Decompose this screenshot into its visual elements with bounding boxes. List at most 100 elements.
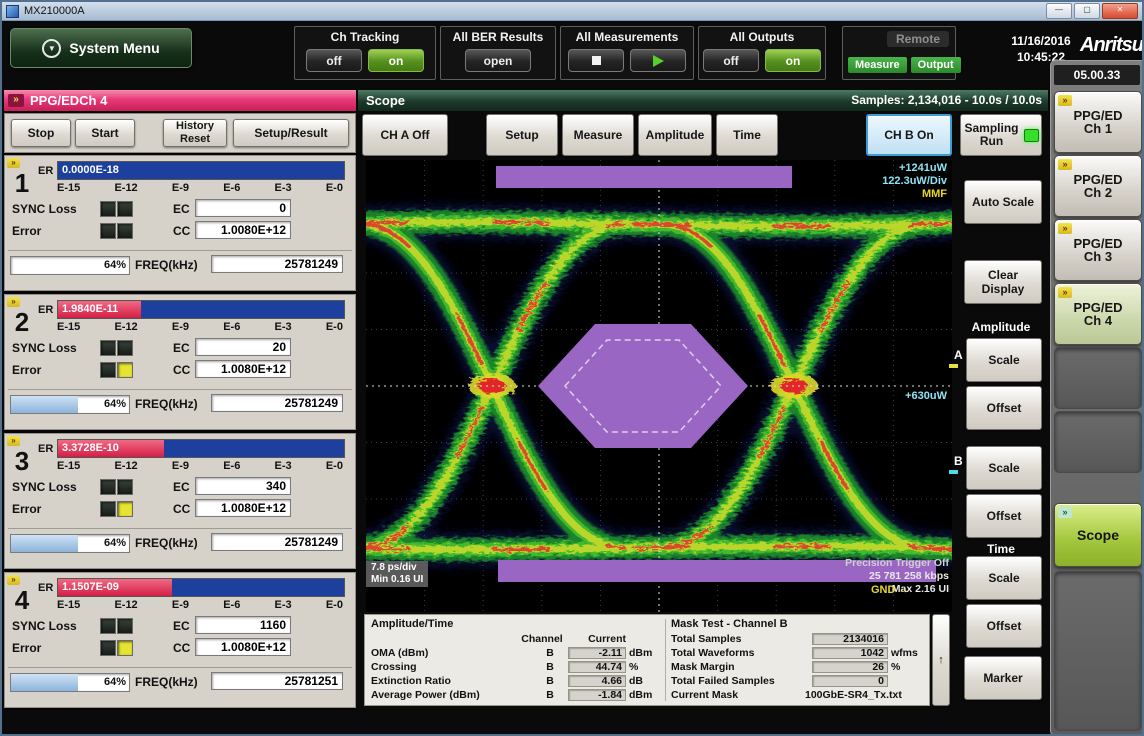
channel-badge-icon: » [7, 158, 20, 168]
ppg-panel-title: PPG/EDCh 4 [30, 93, 107, 108]
amplitude-b-scale-button[interactable]: Scale [966, 446, 1042, 490]
channel-key-icon: » [1058, 95, 1072, 106]
auto-scale-button[interactable]: Auto Scale [964, 180, 1042, 224]
sidebar-key-ppg-ed-ch1[interactable]: » PPG/ED Ch 1 [1054, 91, 1142, 153]
channel-key-icon: » [1058, 223, 1072, 234]
channel-number: 3 [9, 446, 35, 477]
minimize-button[interactable]: — [1046, 3, 1072, 19]
ch-tracking-group: Ch Tracking off on [294, 26, 436, 80]
error-indicator [117, 362, 133, 378]
amplitude-a-offset-button[interactable]: Offset [966, 386, 1042, 430]
table-row: OMA (dBm) B -2.11 dBm [371, 646, 661, 659]
progress-fill [11, 396, 78, 413]
maximize-button[interactable]: ▢ [1074, 3, 1100, 19]
time-scale-button[interactable]: Scale [966, 556, 1042, 600]
scope-time-button[interactable]: Time [716, 114, 778, 156]
divider [8, 667, 352, 668]
samples-status: Samples: 2,134,016 - 10.0s / 10.0s [851, 90, 1042, 111]
ch-tracking-on-button[interactable]: on [368, 49, 424, 72]
sidebar-key-ppg-ed-ch3[interactable]: » PPG/ED Ch 3 [1054, 219, 1142, 281]
ber-open-button[interactable]: open [465, 49, 531, 72]
sync-loss-history-indicator [100, 479, 116, 495]
start-button[interactable]: Start [75, 119, 135, 147]
channel-2-result-block: » 2 ER 1.9840E-11 E-15E-12E-9E-6E-3E-0 S… [4, 294, 356, 430]
scope-amplitude-button[interactable]: Amplitude [638, 114, 712, 156]
table-title: Amplitude/Time [371, 618, 661, 631]
sidebar-key-ppg-ed-ch2[interactable]: » PPG/ED Ch 2 [1054, 155, 1142, 217]
table-row: Average Power (dBm) B -1.84 dBm [371, 688, 661, 701]
table-title: Mask Test - Channel B [671, 618, 923, 631]
cc-label: CC [173, 224, 190, 238]
system-menu-label: System Menu [69, 40, 159, 56]
marker-button[interactable]: Marker [964, 656, 1042, 700]
er-bar: 0.0000E-18 [57, 161, 345, 180]
sampling-run-button[interactable]: Sampling Run [960, 114, 1042, 156]
sync-loss-label: SYNC Loss [12, 619, 77, 633]
measurement-progress-bar: 64% [10, 395, 130, 414]
system-menu-button[interactable]: ▼ System Menu [10, 28, 192, 68]
amplitude-group-label: Amplitude [956, 320, 1046, 334]
er-label: ER [38, 582, 53, 594]
channel-1-result-block: » 1 ER 0.0000E-18 E-15E-12E-9E-6E-3E-0 S… [4, 155, 356, 291]
progress-fill [11, 535, 78, 552]
er-value: 0.0000E-18 [62, 164, 119, 176]
ch-a-off-button[interactable]: CH A Off [362, 114, 448, 156]
start-all-button[interactable] [630, 49, 686, 72]
remote-label: Remote [887, 31, 949, 47]
error-label: Error [12, 641, 41, 655]
channel-number: 4 [9, 585, 35, 616]
channel-badge-icon: » [7, 575, 20, 585]
scope-measure-button[interactable]: Measure [562, 114, 634, 156]
all-outputs-group: All Outputs off on [698, 26, 826, 80]
ch-tracking-off-button[interactable]: off [306, 49, 362, 72]
freq-label: FREQ(kHz) [135, 536, 198, 550]
outputs-on-button[interactable]: on [765, 49, 821, 72]
error-indicator [117, 501, 133, 517]
close-button[interactable]: ✕ [1102, 3, 1138, 19]
er-value: 1.9840E-11 [62, 303, 118, 315]
outputs-off-button[interactable]: off [703, 49, 759, 72]
sidebar-key-ppg-ed-ch4[interactable]: » PPG/ED Ch 4 [1054, 283, 1142, 345]
sidebar-key-scope[interactable]: » Scope [1054, 503, 1142, 567]
cc-value: 1.0080E+12 [195, 499, 291, 517]
scope-panel-header: Scope Samples: 2,134,016 - 10.0s / 10.0s [358, 90, 1048, 111]
freq-label: FREQ(kHz) [135, 397, 198, 411]
error-history-indicator [100, 501, 116, 517]
setup-result-button[interactable]: Setup/Result [233, 119, 349, 147]
error-label: Error [12, 224, 41, 238]
stop-button[interactable]: Stop [11, 119, 71, 147]
time-offset-button[interactable]: Offset [966, 604, 1042, 648]
amplitude-b-offset-button[interactable]: Offset [966, 494, 1042, 538]
firmware-version: 05.00.33 [1054, 65, 1140, 85]
panel-badge-icon: » [8, 94, 24, 107]
er-scale-labels: E-15E-12E-9E-6E-3E-0 [57, 599, 343, 611]
app-icon [6, 5, 19, 18]
progress-fill [11, 674, 78, 691]
anritsu-logo: Anritsu [1080, 34, 1143, 57]
stop-all-button[interactable] [568, 49, 624, 72]
ec-value: 340 [195, 477, 291, 495]
remote-group: Remote Measure Output [842, 26, 956, 80]
scroll-up-button[interactable]: ↑ [932, 614, 950, 706]
time-group-label: Time [956, 542, 1046, 556]
cc-value: 1.0080E+12 [195, 638, 291, 656]
ch-b-on-button[interactable]: CH B On [866, 114, 952, 156]
amplitude-a-scale-button[interactable]: Scale [966, 338, 1042, 382]
ec-label: EC [173, 202, 190, 216]
progress-percent: 64% [104, 676, 126, 688]
er-bar: 3.3728E-10 [57, 439, 345, 458]
er-label: ER [38, 165, 53, 177]
clear-display-button[interactable]: Clear Display [964, 260, 1042, 304]
channel-number: 1 [9, 168, 35, 199]
cc-value: 1.0080E+12 [195, 360, 291, 378]
table-row: Total Samples 2134016 [671, 632, 923, 645]
application-window: MX210000A — ▢ ✕ ▼ System Menu Ch Trackin… [0, 0, 1144, 736]
sync-loss-indicator [117, 618, 133, 634]
all-ber-results-label: All BER Results [441, 30, 555, 44]
progress-percent: 64% [104, 398, 126, 410]
progress-percent: 64% [104, 259, 126, 271]
run-led-indicator [1024, 129, 1039, 142]
table-row: Total Failed Samples 0 [671, 674, 923, 687]
history-reset-button[interactable]: History Reset [163, 119, 227, 147]
scope-setup-button[interactable]: Setup [486, 114, 558, 156]
